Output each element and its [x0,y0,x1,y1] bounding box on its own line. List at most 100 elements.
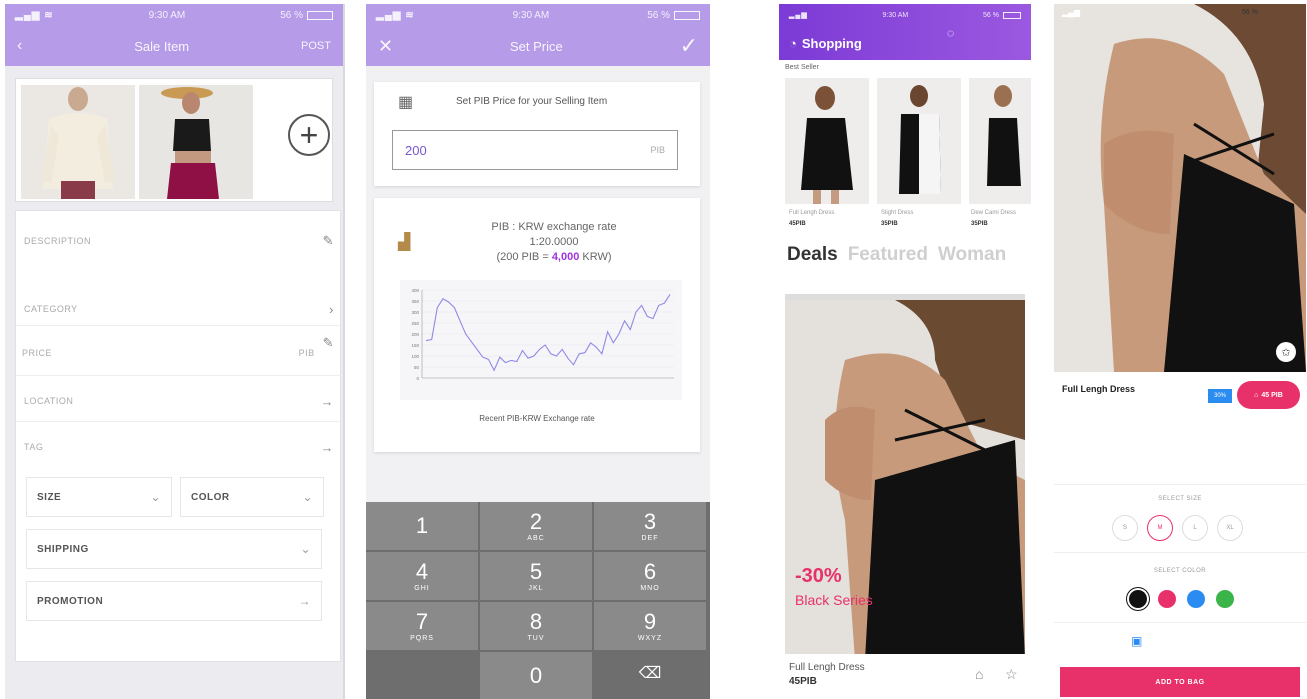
key-letters: DEF [641,534,659,542]
edit-icon[interactable]: ✎ [323,335,334,351]
bag-icon: ⌂ [1254,391,1259,399]
post-button[interactable]: POST [301,40,331,52]
signal-icon: ▂▄▆ [789,12,808,19]
add-to-bag-button[interactable]: ADD TO BAG [1060,667,1300,697]
battery-icon [1002,11,1021,19]
key-7[interactable]: 7 PQRS [366,602,478,650]
close-icon[interactable]: ✕ [378,36,393,57]
size-option[interactable]: S [1112,515,1138,541]
size-option[interactable]: M [1147,515,1173,541]
key-9[interactable]: 9 WXYZ [594,602,706,650]
rate-example: (200 PIB = 4,000 KRW) [496,251,612,263]
size-option[interactable]: XL [1217,515,1243,541]
shipping-icon[interactable]: ▣ [1131,634,1142,648]
thumb-price: 45PIB [789,221,806,227]
add-photo-icon[interactable]: + [288,114,330,156]
price-button[interactable]: ⌂ 45 PIB [1237,381,1300,409]
key-3[interactable]: 3 DEF [594,502,706,550]
tab-deals[interactable]: Deals [787,244,838,266]
status-bar: ▂▄▆ 9:30 AM 56 % [779,4,1031,26]
key-1[interactable]: 1 [366,502,478,550]
y-tick-label: 250 [411,321,419,326]
item-photo[interactable] [139,85,253,199]
key-5[interactable]: 5 JKL [480,552,592,600]
y-tick-label: 300 [411,310,419,315]
key-letters: WXYZ [637,634,663,642]
key-2[interactable]: 2 ABC [480,502,592,550]
key-8[interactable]: 8 TUV [480,602,592,650]
edit-icon[interactable]: ✎ [323,233,334,249]
chat-icon[interactable]: ◌ [947,26,954,40]
chevron-down-icon: ⌄ [300,542,311,556]
price-card: ▦ Set PIB Price for your Selling Item 20… [374,82,700,186]
item-photo[interactable] [21,85,135,199]
color-select[interactable]: COLOR ⌄ [180,477,324,517]
battery-text: 56 % [983,11,999,19]
backspace-key[interactable]: ⌫ [594,650,706,698]
price-input[interactable]: 200 PIB [392,130,678,170]
bag-icon[interactable]: ⌂ [975,666,983,682]
tag-field[interactable]: TAG → [16,425,342,469]
star-icon[interactable]: ☆ [1005,666,1018,683]
price-prompt: Set PIB Price for your Selling Item [456,96,608,107]
y-tick-label: 150 [411,343,419,348]
arrow-right-icon: → [320,439,334,455]
hero-subtitle: Black Series [795,592,873,608]
key-digit: 5 [529,558,543,584]
header: ✕ Set Price ✓ [366,26,710,66]
key-6[interactable]: 6 MNO [594,552,706,600]
product-thumb[interactable] [877,78,961,204]
shipping-select[interactable]: SHIPPING ⌄ [26,529,322,569]
product-thumb[interactable] [785,78,869,204]
best-seller-label: Best Seller [785,64,819,71]
shopping-screen: ▂▄▆ 9:30 AM 56 % ◔ Shopping ◌ Best Selle… [779,4,1031,699]
price-input-unit: PIB [650,145,665,155]
product-thumb[interactable] [969,78,1031,204]
signal-icon: ▂▄▆ [1062,8,1080,17]
logo-icon: ◔ [789,36,797,51]
money-icon: ▦ [398,94,414,111]
battery-icon [307,10,333,20]
hero-banner[interactable]: -30% Black Series [785,294,1025,654]
key-digit: 8 [529,608,543,634]
key-digit: 6 [643,558,657,584]
favorite-icon[interactable]: ✩ [1276,342,1296,362]
color-option-blue[interactable] [1187,590,1205,608]
thumb-price: 35PIB [971,221,988,227]
thumb-name: Slight Dress [881,210,914,216]
select-color-label: SELECT COLOR [1153,568,1207,574]
y-tick-label: 0 [416,376,419,381]
signal-icon: ▂▄▆ ≋ [376,9,415,21]
set-price-screen: ▂▄▆ ≋ 9:30 AM 56 % ✕ Set Price ✓ ▦ Set P… [366,4,710,699]
color-option-green[interactable] [1216,590,1234,608]
promotion-field[interactable]: PROMOTION → [26,581,322,621]
key-digit: 7 [415,608,429,634]
header: ‹ Sale Item POST [5,26,343,66]
size-select[interactable]: SIZE ⌄ [26,477,172,517]
color-option-black[interactable] [1129,590,1147,608]
location-field[interactable]: LOCATION → [16,379,342,423]
key-0[interactable]: 0 [480,652,592,699]
tab-woman[interactable]: Woman [938,244,1006,266]
color-option-pink[interactable] [1158,590,1176,608]
check-icon[interactable]: ✓ [680,33,698,59]
tab-featured[interactable]: Featured [848,244,928,266]
chevron-right-icon: › [329,301,334,317]
size-option[interactable]: L [1182,515,1208,541]
key-digit: 4 [415,558,429,584]
y-tick-label: 200 [411,332,419,337]
signal-icon: ▂▄▆ ≋ [15,9,54,21]
discount-badge: 30% [1208,389,1232,403]
description-field[interactable]: DESCRIPTION ✎ [16,219,342,263]
thumb-name: Full Lengh Dress [789,210,835,216]
key-letters: TUV [527,634,545,642]
status-time: 9:30 AM [882,11,909,19]
page-title: Set Price [509,38,563,54]
back-icon[interactable]: ‹ [17,37,22,55]
key-letters: ABC [527,534,545,542]
exchange-chart: 400 350 300 250 200 150 100 50 0 [400,280,682,400]
product-name: Full Lengh Dress [789,662,865,673]
key-4[interactable]: 4 GHI [366,552,478,600]
price-field[interactable]: PRICE PIB ✎ [16,331,342,375]
key-digit: 2 [529,508,543,534]
